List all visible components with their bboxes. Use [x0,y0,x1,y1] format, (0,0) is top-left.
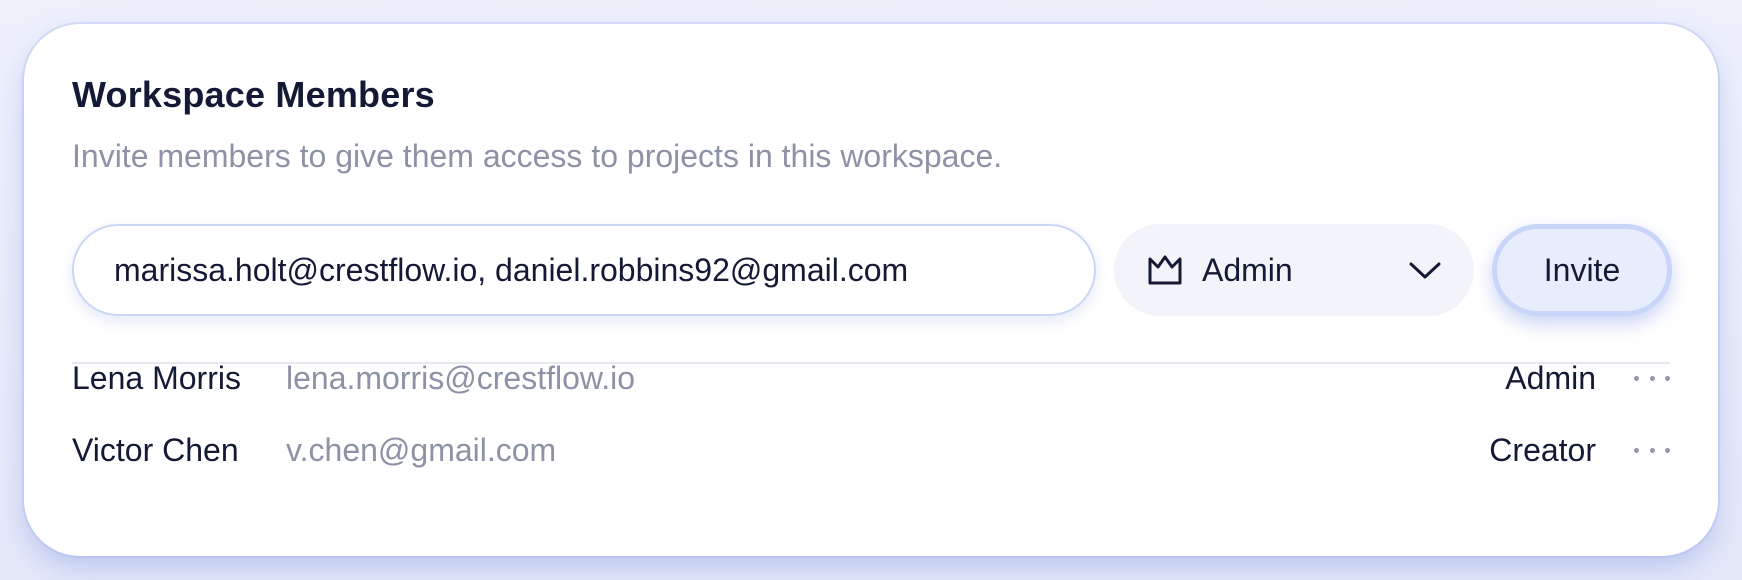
member-role: Admin [1505,359,1596,396]
more-options-icon[interactable] [1634,445,1670,455]
member-name: Lena Morris [72,359,241,396]
member-row: Lena Morris lena.morris@crestflow.io Adm… [72,350,1670,406]
chevron-down-icon [1409,262,1441,279]
member-row: Victor Chen v.chen@gmail.com Creator [72,422,1670,478]
member-role: Creator [1489,431,1596,468]
card-subtitle: Invite members to give them access to pr… [72,138,1003,174]
invite-emails-input[interactable]: marissa.holt@crestflow.io, daniel.robbin… [72,224,1096,316]
card-title: Workspace Members [72,74,435,115]
more-options-icon[interactable] [1634,373,1670,383]
member-email: lena.morris@crestflow.io [286,359,636,396]
crown-icon [1148,255,1182,285]
invite-button[interactable]: Invite [1492,224,1672,316]
members-card: Workspace Members Invite members to give… [24,24,1718,556]
member-email: v.chen@gmail.com [286,431,557,468]
member-name: Victor Chen [72,431,239,468]
role-select[interactable]: Admin [1114,224,1474,316]
role-select-value: Admin [1202,251,1293,288]
